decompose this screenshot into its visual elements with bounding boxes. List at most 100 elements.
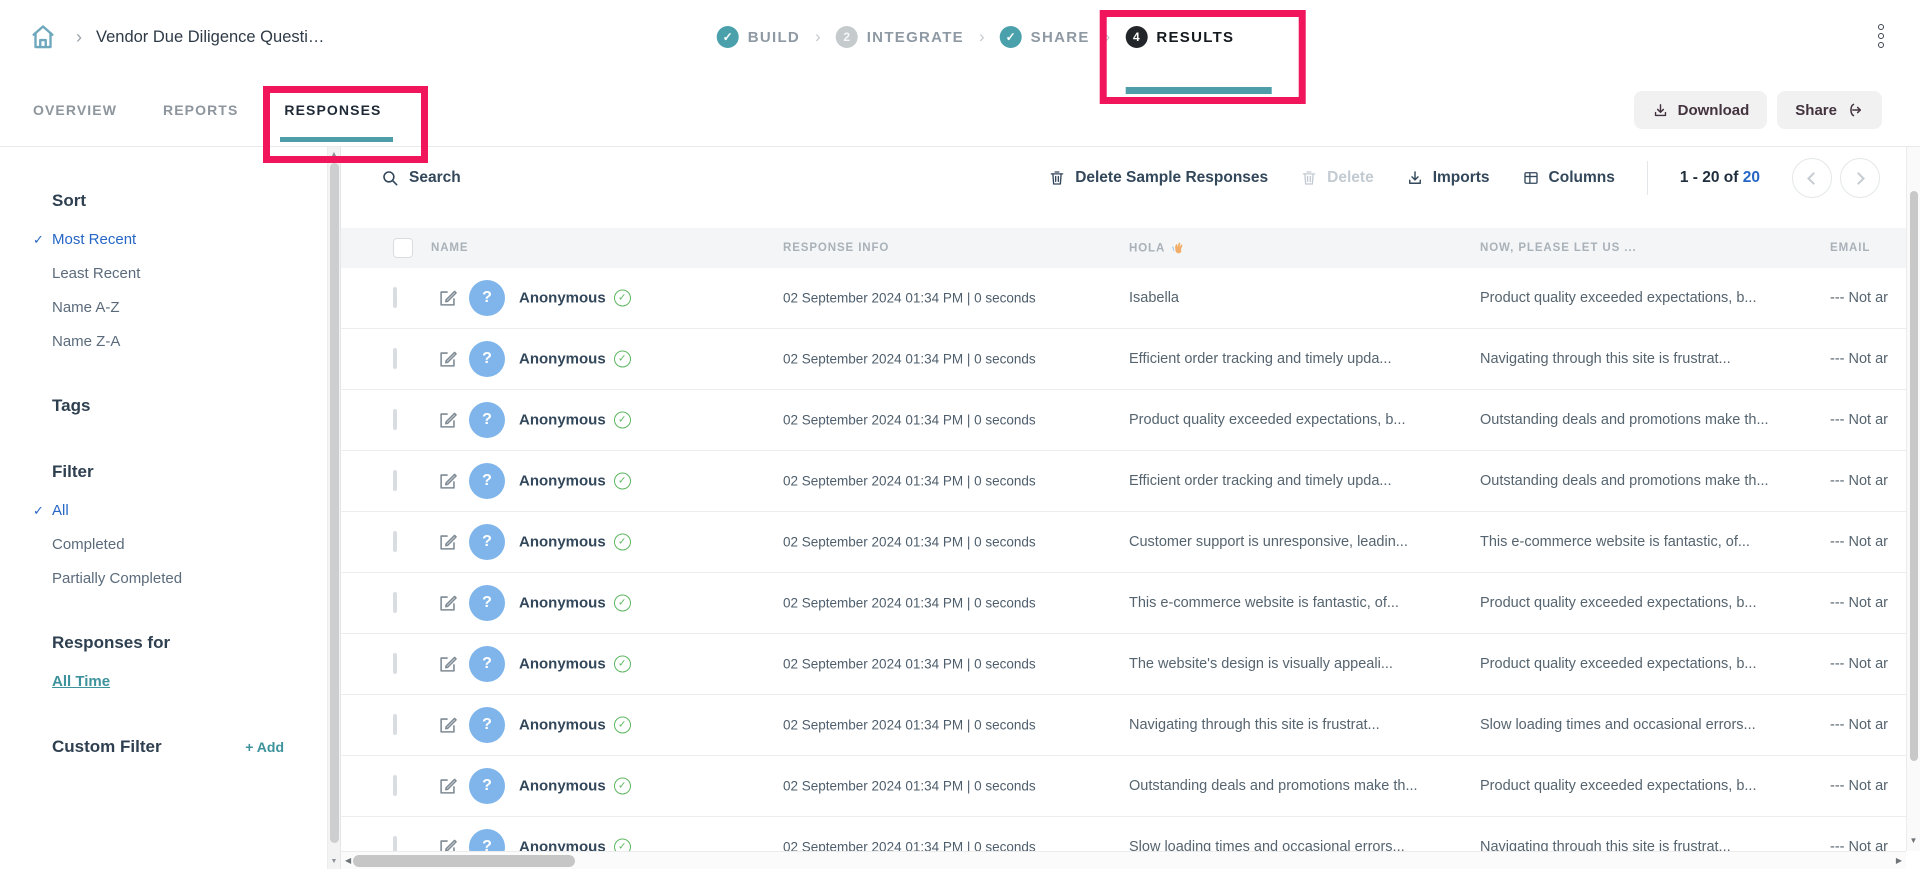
horizontal-scrollbar-thumb[interactable] — [353, 855, 575, 867]
row-checkbox[interactable] — [393, 775, 397, 796]
sort-option-least-recent[interactable]: ✓ Least Recent — [52, 265, 327, 282]
answer-now-please-let-us: Product quality exceeded expectations, b… — [1480, 656, 1756, 672]
imports-button[interactable]: Imports — [1406, 169, 1490, 187]
answer-hola: This e-commerce website is fantastic, of… — [1129, 595, 1399, 611]
column-header-now-please-let-us[interactable]: NOW, PLEASE LET US ... — [1480, 242, 1637, 254]
edit-response-icon[interactable] — [437, 836, 459, 851]
answer-email: --- Not ar — [1830, 534, 1888, 550]
responses-for-all-time-link[interactable]: All Time — [52, 673, 110, 690]
select-all-checkbox[interactable] — [393, 238, 413, 258]
tab-reports[interactable]: REPORTS — [163, 74, 238, 146]
share-button[interactable]: Share — [1777, 91, 1882, 129]
step-share[interactable]: ✓ SHARE — [1000, 26, 1090, 48]
vertical-scrollbar-thumb[interactable] — [1910, 191, 1918, 761]
answer-hola: Outstanding deals and promotions make th… — [1129, 778, 1418, 794]
response-table-row[interactable]: ? Anonymous ✓ 02 September 2024 01:34 PM… — [341, 756, 1920, 817]
step-results[interactable]: 4 RESULTS — [1125, 26, 1234, 48]
row-checkbox[interactable] — [393, 287, 397, 308]
answer-now-please-let-us: Slow loading times and occasional errors… — [1480, 717, 1756, 733]
column-header-hola[interactable]: HOLA — [1129, 241, 1186, 256]
home-icon[interactable] — [26, 20, 60, 54]
edit-response-icon[interactable] — [437, 592, 459, 614]
sort-option-name-az[interactable]: ✓ Name A-Z — [52, 299, 327, 316]
row-checkbox[interactable] — [393, 470, 397, 491]
filter-option-partially-completed[interactable]: ✓ Partially Completed — [52, 570, 327, 587]
scroll-right-arrow-icon[interactable]: ▶ — [1896, 856, 1902, 865]
edit-response-icon[interactable] — [437, 409, 459, 431]
filter-option-all[interactable]: ✓ All — [52, 502, 327, 519]
sidebar-scrollbar-thumb[interactable] — [330, 163, 339, 843]
download-button[interactable]: Download — [1634, 91, 1768, 129]
column-header-name[interactable]: NAME — [431, 242, 468, 254]
step-separator-icon: › — [1105, 27, 1111, 47]
sort-section-title: Sort — [52, 191, 327, 211]
edit-response-icon[interactable] — [437, 775, 459, 797]
row-checkbox[interactable] — [393, 348, 397, 369]
edit-response-icon[interactable] — [437, 714, 459, 736]
main-horizontal-scrollbar[interactable]: ◀ ▶ — [341, 851, 1906, 869]
response-table-row[interactable]: ? Anonymous ✓ 02 September 2024 01:34 PM… — [341, 512, 1920, 573]
columns-label: Columns — [1549, 169, 1615, 187]
step-integrate-label: INTEGRATE — [867, 29, 964, 46]
edit-response-icon[interactable] — [437, 653, 459, 675]
tab-overview[interactable]: OVERVIEW — [33, 74, 117, 146]
sort-option-most-recent[interactable]: ✓ Most Recent — [52, 231, 327, 248]
delete-sample-responses-button[interactable]: Delete Sample Responses — [1048, 169, 1268, 187]
response-table-row[interactable]: ? Anonymous ✓ 02 September 2024 01:34 PM… — [341, 451, 1920, 512]
row-checkbox[interactable] — [393, 592, 397, 613]
answer-email: --- Not ar — [1830, 412, 1888, 428]
toolbar-divider — [1647, 161, 1648, 195]
download-icon — [1652, 102, 1669, 119]
scroll-up-arrow-icon[interactable]: ▲ — [328, 151, 340, 158]
scroll-down-arrow-icon[interactable]: ▼ — [328, 858, 340, 865]
filter-option-completed[interactable]: ✓ Completed — [52, 536, 327, 553]
row-checkbox[interactable] — [393, 836, 397, 851]
search-button[interactable]: Search — [381, 169, 461, 188]
answer-email: --- Not ar — [1830, 839, 1888, 851]
response-table-row[interactable]: ? Anonymous ✓ 02 September 2024 01:34 PM… — [341, 268, 1920, 329]
response-table-row[interactable]: ? Anonymous ✓ 02 September 2024 01:34 PM… — [341, 390, 1920, 451]
avatar: ? — [469, 280, 505, 316]
columns-button[interactable]: Columns — [1522, 169, 1615, 187]
filter-option-label: Partially Completed — [52, 570, 182, 587]
sidebar-scrollbar[interactable]: ▲ ▼ — [327, 147, 341, 869]
response-table-row[interactable]: ? Anonymous ✓ 02 September 2024 01:34 PM… — [341, 695, 1920, 756]
pagination-prev-button[interactable] — [1792, 158, 1832, 198]
edit-response-icon[interactable] — [437, 470, 459, 492]
column-header-email[interactable]: EMAIL — [1830, 242, 1870, 254]
avatar: ? — [469, 829, 505, 851]
sort-option-name-za[interactable]: ✓ Name Z-A — [52, 333, 327, 350]
scroll-down-arrow-icon[interactable]: ▼ — [1907, 836, 1920, 845]
main-vertical-scrollbar[interactable]: ▼ — [1906, 147, 1920, 851]
custom-filter-add-button[interactable]: + Add — [245, 739, 284, 755]
step-build-label: BUILD — [748, 29, 800, 46]
response-table-row[interactable]: ? Anonymous ✓ 02 September 2024 01:34 PM… — [341, 817, 1920, 851]
row-checkbox[interactable] — [393, 714, 397, 735]
pagination-next-button[interactable] — [1840, 158, 1880, 198]
breadcrumb: Vendor Due Diligence Questi… — [96, 28, 324, 47]
edit-response-icon[interactable] — [437, 531, 459, 553]
response-table-row[interactable]: ? Anonymous ✓ 02 September 2024 01:34 PM… — [341, 634, 1920, 695]
respondent-name: Anonymous — [519, 839, 606, 852]
delete-button[interactable]: Delete — [1300, 169, 1374, 187]
sort-option-label: Name A-Z — [52, 299, 120, 316]
more-options-kebab-icon[interactable] — [1878, 24, 1884, 48]
response-table-row[interactable]: ? Anonymous ✓ 02 September 2024 01:34 PM… — [341, 329, 1920, 390]
step-integrate[interactable]: 2 INTEGRATE — [836, 26, 964, 48]
row-checkbox[interactable] — [393, 531, 397, 552]
tab-responses[interactable]: RESPONSES — [284, 74, 381, 146]
edit-response-icon[interactable] — [437, 348, 459, 370]
step-share-label: SHARE — [1031, 29, 1090, 46]
step-build[interactable]: ✓ BUILD — [717, 26, 800, 48]
trash-icon — [1048, 169, 1066, 187]
response-info: 02 September 2024 01:34 PM | 0 seconds — [783, 291, 1036, 306]
answer-email: --- Not ar — [1830, 656, 1888, 672]
scroll-left-arrow-icon[interactable]: ◀ — [345, 856, 351, 865]
response-table-row[interactable]: ? Anonymous ✓ 02 September 2024 01:34 PM… — [341, 573, 1920, 634]
respondent-name: Anonymous — [519, 290, 606, 307]
column-header-response-info[interactable]: RESPONSE INFO — [783, 242, 889, 254]
row-checkbox[interactable] — [393, 409, 397, 430]
edit-response-icon[interactable] — [437, 287, 459, 309]
row-checkbox[interactable] — [393, 653, 397, 674]
sort-section: Sort ✓ Most Recent ✓ Least Recent ✓ Name… — [52, 191, 327, 350]
